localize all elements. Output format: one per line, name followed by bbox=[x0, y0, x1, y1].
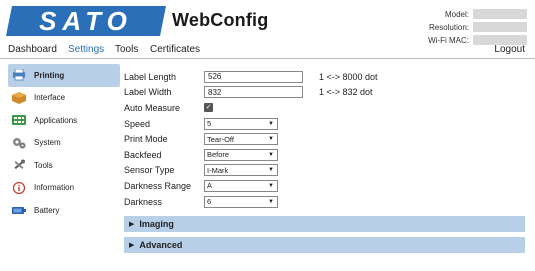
chevron-down-icon: ▼ bbox=[268, 151, 274, 158]
sidebar-item-label: System bbox=[34, 138, 61, 148]
advanced-section-title: Advanced bbox=[139, 240, 183, 250]
logout-link[interactable]: Logout bbox=[494, 44, 525, 55]
auto-measure-row: Auto Measure ✓ bbox=[124, 100, 524, 116]
printer-icon bbox=[12, 69, 26, 81]
darkness-range-select[interactable]: A ▼ bbox=[204, 179, 278, 192]
darkness-range-label: Darkness Range bbox=[124, 180, 192, 191]
print-mode-row: Print Mode Tear-Off ▼ bbox=[124, 131, 524, 147]
backfeed-label: Backfeed bbox=[124, 149, 162, 160]
darkness-label: Darkness bbox=[124, 196, 163, 207]
print-mode-select[interactable]: Tear-Off ▼ bbox=[204, 133, 278, 146]
svg-text:SATO: SATO bbox=[39, 6, 133, 36]
label-length-range: 1 <-> 8000 dot bbox=[319, 71, 378, 82]
battery-icon bbox=[12, 204, 26, 216]
auto-measure-label: Auto Measure bbox=[124, 102, 181, 113]
label-width-range: 1 <-> 832 dot bbox=[319, 87, 373, 98]
sidebar-item-battery[interactable]: Battery bbox=[8, 199, 120, 222]
nav-tools[interactable]: Tools bbox=[115, 44, 138, 55]
darkness-range-value: A bbox=[207, 181, 213, 191]
backfeed-value: Before bbox=[207, 150, 230, 160]
expand-arrow-icon: ▶ bbox=[129, 221, 135, 228]
advanced-section-header[interactable]: ▶ Advanced bbox=[124, 237, 525, 253]
imaging-section-header[interactable]: ▶ Imaging bbox=[124, 216, 525, 232]
nav-dashboard[interactable]: Dashboard bbox=[8, 44, 57, 55]
backfeed-select[interactable]: Before ▼ bbox=[204, 148, 278, 161]
sidebar-item-applications[interactable]: Applications bbox=[8, 109, 120, 132]
chevron-down-icon: ▼ bbox=[268, 120, 274, 127]
sidebar-item-tools[interactable]: Tools bbox=[8, 154, 120, 177]
resolution-value-redacted bbox=[473, 22, 527, 32]
sensor-type-select[interactable]: I-Mark ▼ bbox=[204, 164, 278, 177]
expand-arrow-icon: ▶ bbox=[129, 242, 135, 249]
nav-settings[interactable]: Settings bbox=[68, 44, 104, 55]
device-model-row: Model: bbox=[397, 8, 527, 20]
speed-value: 5 bbox=[207, 119, 212, 129]
sidebar-item-label: Printing bbox=[34, 70, 65, 80]
sidebar-item-printing[interactable]: Printing bbox=[8, 64, 120, 87]
chevron-down-icon: ▼ bbox=[268, 198, 274, 205]
sidebar-item-label: Tools bbox=[34, 160, 53, 170]
label-width-label: Label Width bbox=[124, 87, 172, 98]
label-length-input[interactable] bbox=[204, 70, 303, 83]
sato-logo: SATO bbox=[6, 6, 166, 36]
auto-measure-checkbox[interactable]: ✓ bbox=[204, 103, 213, 113]
chevron-down-icon: ▼ bbox=[268, 167, 274, 174]
sidebar-item-information[interactable]: Information bbox=[8, 177, 120, 200]
speed-row: Speed 5 ▼ bbox=[124, 116, 524, 132]
sidebar-item-label: Interface bbox=[34, 93, 66, 103]
imaging-section-title: Imaging bbox=[139, 219, 174, 229]
sidebar-item-label: Battery bbox=[34, 205, 60, 215]
print-mode-label: Print Mode bbox=[124, 134, 168, 145]
model-value-redacted bbox=[473, 9, 527, 19]
top-nav: Dashboard Settings Tools Certificates Lo… bbox=[0, 42, 535, 59]
label-length-row: Label Length 1 <-> 8000 dot bbox=[124, 69, 524, 85]
sensor-type-value: I-Mark bbox=[207, 165, 229, 175]
backfeed-row: Backfeed Before ▼ bbox=[124, 147, 524, 163]
nav-certificates[interactable]: Certificates bbox=[150, 44, 200, 55]
chevron-down-icon: ▼ bbox=[268, 182, 274, 189]
sidebar: Printing Interface Applications System T… bbox=[8, 64, 120, 222]
sidebar-item-interface[interactable]: Interface bbox=[8, 87, 120, 110]
print-mode-value: Tear-Off bbox=[207, 134, 234, 144]
darkness-select[interactable]: 6 ▼ bbox=[204, 195, 278, 208]
tools-icon bbox=[12, 159, 26, 171]
label-length-label: Label Length bbox=[124, 71, 177, 82]
interface-icon bbox=[12, 91, 26, 104]
chevron-down-icon: ▼ bbox=[268, 136, 274, 143]
info-icon bbox=[12, 181, 26, 194]
darkness-value: 6 bbox=[207, 197, 212, 207]
applications-icon bbox=[12, 114, 26, 126]
darkness-range-row: Darkness Range A ▼ bbox=[124, 178, 524, 194]
device-resolution-row: Resolution: bbox=[397, 21, 527, 33]
label-width-input[interactable] bbox=[204, 86, 303, 99]
sidebar-item-label: Information bbox=[34, 183, 75, 193]
resolution-label: Resolution: bbox=[428, 22, 469, 32]
app-title: WebConfig bbox=[172, 10, 269, 30]
label-width-row: Label Width 1 <-> 832 dot bbox=[124, 85, 524, 101]
speed-select[interactable]: 5 ▼ bbox=[204, 117, 278, 130]
speed-label: Speed bbox=[124, 118, 151, 129]
darkness-row: Darkness 6 ▼ bbox=[124, 194, 524, 210]
gear-icon bbox=[12, 137, 26, 149]
header: SATO WebConfig Model: Resolution: Wi-Fi … bbox=[0, 0, 535, 45]
model-label: Model: bbox=[444, 9, 469, 19]
sensor-type-label: Sensor Type bbox=[124, 165, 175, 176]
printing-settings-form: Label Length 1 <-> 8000 dot Label Width … bbox=[124, 69, 524, 209]
sidebar-item-system[interactable]: System bbox=[8, 132, 120, 155]
sensor-type-row: Sensor Type I-Mark ▼ bbox=[124, 163, 524, 179]
sidebar-item-label: Applications bbox=[34, 115, 78, 125]
